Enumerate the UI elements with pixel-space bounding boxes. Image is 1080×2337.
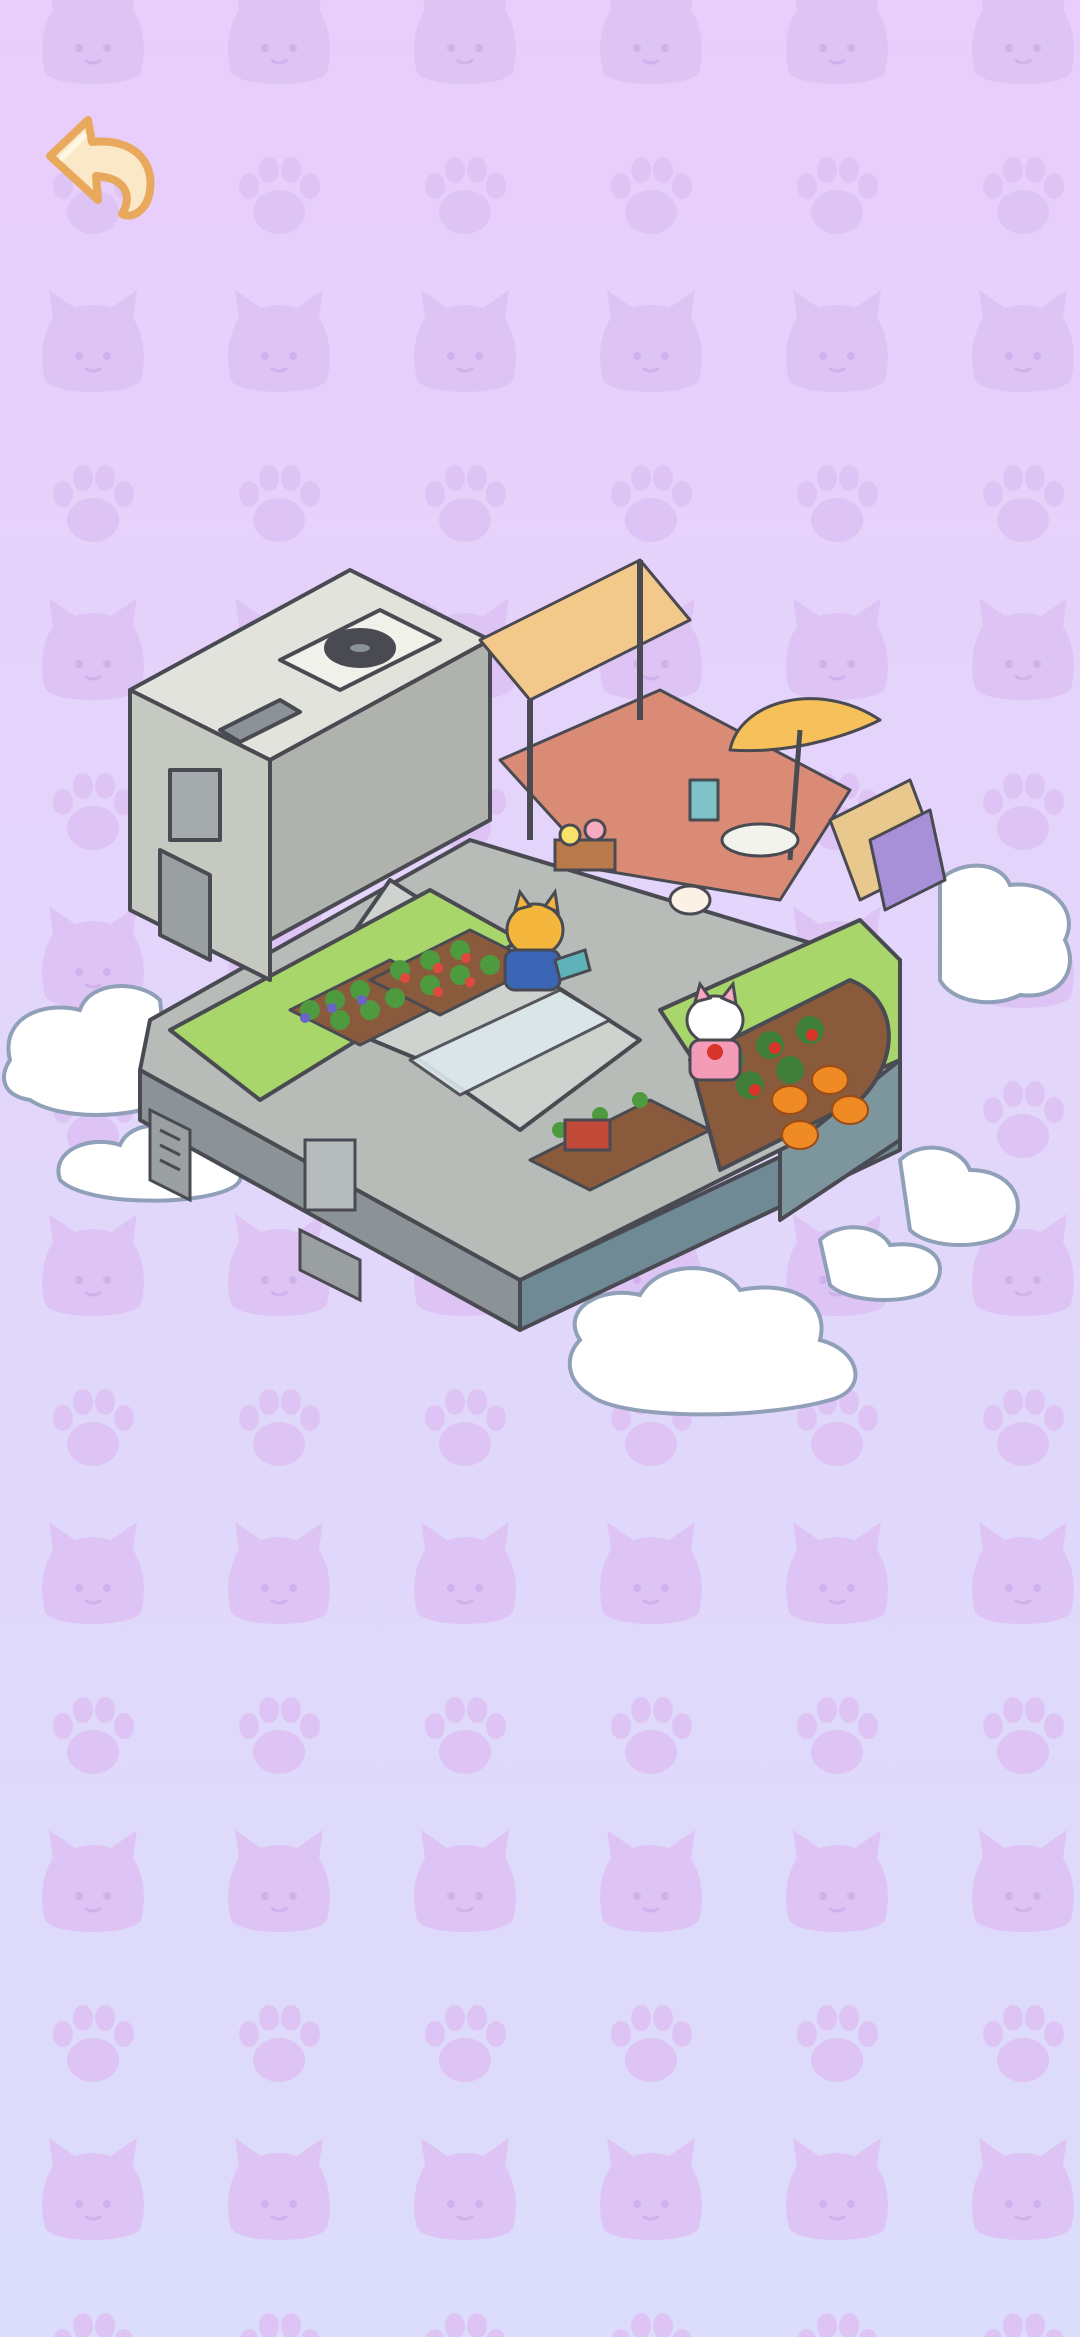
pattern-paw: [425, 2005, 506, 2082]
pattern-cat-face: [784, 2136, 890, 2242]
pattern-paw: [797, 1697, 878, 1774]
pattern-cat-face: [784, 0, 890, 86]
pattern-cat-face: [40, 1520, 146, 1626]
pink-cat-with-tomato[interactable]: [685, 980, 745, 1082]
pattern-cat-face: [40, 288, 146, 394]
pattern-cat-face: [598, 0, 704, 86]
pattern-cat-face: [598, 288, 704, 394]
pattern-paw: [797, 2005, 878, 2082]
pattern-cat-face: [784, 1828, 890, 1934]
pattern-paw: [983, 157, 1064, 234]
pattern-paw: [797, 157, 878, 234]
pattern-paw: [53, 1697, 134, 1774]
pattern-paw: [611, 465, 692, 542]
pattern-paw: [425, 157, 506, 234]
pattern-paw: [53, 465, 134, 542]
pattern-paw: [611, 157, 692, 234]
pattern-paw: [611, 2313, 692, 2337]
pattern-paw: [983, 465, 1064, 542]
pattern-cat-face: [412, 2136, 518, 2242]
pattern-paw: [425, 2313, 506, 2337]
pattern-paw: [239, 1697, 320, 1774]
pattern-paw: [797, 2313, 878, 2337]
back-arrow-icon: [46, 116, 155, 220]
pattern-cat-face: [970, 2136, 1076, 2242]
pattern-paw: [425, 465, 506, 542]
pattern-cat-face: [598, 2136, 704, 2242]
pattern-cat-face: [226, 1520, 332, 1626]
pattern-cat-face: [40, 2136, 146, 2242]
pattern-cat-face: [970, 0, 1076, 86]
pattern-cat-face: [226, 2136, 332, 2242]
pattern-paw: [611, 2005, 692, 2082]
pattern-paw: [983, 2313, 1064, 2337]
pattern-paw: [239, 465, 320, 542]
pattern-cat-face: [412, 288, 518, 394]
pattern-cat-face: [784, 288, 890, 394]
pattern-cat-face: [412, 1828, 518, 1934]
pattern-cat-face: [970, 1828, 1076, 1934]
pattern-paw: [611, 1697, 692, 1774]
pattern-paw: [53, 2313, 134, 2337]
pattern-cat-face: [784, 1520, 890, 1626]
wooden-deck: [478, 558, 947, 912]
rooftop-garden-diorama[interactable]: [0, 540, 1080, 1420]
back-button[interactable]: [30, 108, 162, 230]
pattern-paw: [53, 2005, 134, 2082]
pattern-cat-face: [598, 1520, 704, 1626]
pattern-cat-face: [970, 288, 1076, 394]
pattern-cat-face: [412, 1520, 518, 1626]
pattern-cat-face: [226, 288, 332, 394]
pattern-paw: [239, 157, 320, 234]
pattern-paw: [983, 1697, 1064, 1774]
pattern-cat-face: [40, 1828, 146, 1934]
pattern-paw: [797, 465, 878, 542]
pattern-cat-face: [970, 1520, 1076, 1626]
pattern-cat-face: [226, 0, 332, 86]
pattern-paw: [239, 2313, 320, 2337]
pattern-cat-face: [598, 1828, 704, 1934]
pattern-cat-face: [40, 0, 146, 86]
small-white-cat[interactable]: [668, 884, 712, 916]
pattern-cat-face: [412, 0, 518, 86]
pattern-paw: [239, 2005, 320, 2082]
pattern-cat-face: [226, 1828, 332, 1934]
pattern-paw: [425, 1697, 506, 1774]
pattern-paw: [983, 2005, 1064, 2082]
